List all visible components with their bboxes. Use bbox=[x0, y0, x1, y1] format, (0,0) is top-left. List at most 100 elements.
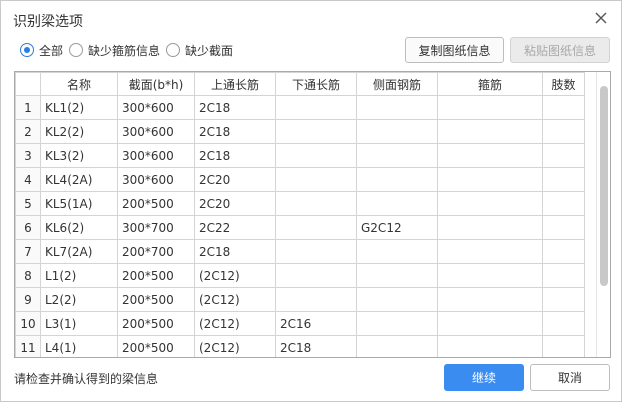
legs-cell[interactable] bbox=[542, 191, 585, 216]
bottom-rebar-cell[interactable]: 2C16 bbox=[275, 311, 357, 336]
legs-cell[interactable] bbox=[542, 95, 585, 120]
beam-name-cell[interactable]: L4(1) bbox=[40, 335, 118, 357]
radio-all[interactable]: 全部 bbox=[20, 42, 63, 59]
row-index[interactable]: 3 bbox=[15, 143, 41, 168]
beam-name-cell[interactable]: KL2(2) bbox=[40, 119, 118, 144]
scrollbar-thumb[interactable] bbox=[600, 86, 608, 286]
row-index[interactable]: 4 bbox=[15, 167, 41, 192]
top-rebar-cell[interactable]: 2C18 bbox=[194, 143, 276, 168]
legs-cell[interactable] bbox=[542, 239, 585, 264]
beam-name-cell[interactable]: KL7(2A) bbox=[40, 239, 118, 264]
top-rebar-cell[interactable]: 2C18 bbox=[194, 119, 276, 144]
row-index[interactable]: 11 bbox=[15, 335, 41, 357]
row-index[interactable]: 8 bbox=[15, 263, 41, 288]
section-cell[interactable]: 200*500 bbox=[117, 263, 195, 288]
side-rebar-cell[interactable] bbox=[356, 335, 438, 357]
legs-cell[interactable] bbox=[542, 287, 585, 312]
beam-name-cell[interactable]: KL3(2) bbox=[40, 143, 118, 168]
beam-name-cell[interactable]: KL1(2) bbox=[40, 95, 118, 120]
side-rebar-cell[interactable] bbox=[356, 191, 438, 216]
side-rebar-cell[interactable]: G2C12 bbox=[356, 215, 438, 240]
section-cell[interactable]: 200*500 bbox=[117, 191, 195, 216]
stirrup-cell[interactable] bbox=[437, 95, 543, 120]
column-header-section[interactable]: 截面(b*h) bbox=[117, 72, 195, 96]
side-rebar-cell[interactable] bbox=[356, 95, 438, 120]
top-rebar-cell[interactable]: 2C22 bbox=[194, 215, 276, 240]
legs-cell[interactable] bbox=[542, 167, 585, 192]
column-header-bottom-rebar[interactable]: 下通长筋 bbox=[275, 72, 357, 96]
table-vertical-scrollbar[interactable] bbox=[596, 72, 610, 357]
table-row[interactable]: 10 L3(1) 200*500 (2C12) 2C16 bbox=[15, 311, 585, 336]
stirrup-cell[interactable] bbox=[437, 335, 543, 357]
stirrup-cell[interactable] bbox=[437, 239, 543, 264]
stirrup-cell[interactable] bbox=[437, 311, 543, 336]
bottom-rebar-cell[interactable] bbox=[275, 119, 357, 144]
section-cell[interactable]: 300*600 bbox=[117, 143, 195, 168]
bottom-rebar-cell[interactable] bbox=[275, 239, 357, 264]
bottom-rebar-cell[interactable] bbox=[275, 263, 357, 288]
table-row[interactable]: 1 KL1(2) 300*600 2C18 bbox=[15, 95, 585, 120]
bottom-rebar-cell[interactable]: 2C18 bbox=[275, 335, 357, 357]
column-header-index[interactable] bbox=[15, 72, 41, 96]
table-row[interactable]: 5 KL5(1A) 200*500 2C20 bbox=[15, 191, 585, 216]
row-index[interactable]: 1 bbox=[15, 95, 41, 120]
table-row[interactable]: 3 KL3(2) 300*600 2C18 bbox=[15, 143, 585, 168]
section-cell[interactable]: 200*500 bbox=[117, 287, 195, 312]
top-rebar-cell[interactable]: (2C12) bbox=[194, 263, 276, 288]
top-rebar-cell[interactable]: 2C18 bbox=[194, 239, 276, 264]
copy-drawing-info-button[interactable]: 复制图纸信息 bbox=[405, 37, 504, 63]
beam-name-cell[interactable]: KL5(1A) bbox=[40, 191, 118, 216]
column-header-side-rebar[interactable]: 侧面钢筋 bbox=[356, 72, 438, 96]
table-row[interactable]: 9 L2(2) 200*500 (2C12) bbox=[15, 287, 585, 312]
top-rebar-cell[interactable]: (2C12) bbox=[194, 311, 276, 336]
section-cell[interactable]: 300*700 bbox=[117, 215, 195, 240]
section-cell[interactable]: 200*500 bbox=[117, 335, 195, 357]
column-header-legs[interactable]: 肢数 bbox=[542, 72, 585, 96]
legs-cell[interactable] bbox=[542, 143, 585, 168]
beam-name-cell[interactable]: L2(2) bbox=[40, 287, 118, 312]
bottom-rebar-cell[interactable] bbox=[275, 167, 357, 192]
paste-drawing-info-button[interactable]: 粘贴图纸信息 bbox=[510, 37, 610, 63]
stirrup-cell[interactable] bbox=[437, 263, 543, 288]
column-header-top-rebar[interactable]: 上通长筋 bbox=[194, 72, 276, 96]
legs-cell[interactable] bbox=[542, 119, 585, 144]
side-rebar-cell[interactable] bbox=[356, 119, 438, 144]
legs-cell[interactable] bbox=[542, 215, 585, 240]
side-rebar-cell[interactable] bbox=[356, 167, 438, 192]
legs-cell[interactable] bbox=[542, 263, 585, 288]
top-rebar-cell[interactable]: 2C18 bbox=[194, 95, 276, 120]
stirrup-cell[interactable] bbox=[437, 143, 543, 168]
close-icon[interactable] bbox=[593, 10, 609, 26]
row-index[interactable]: 2 bbox=[15, 119, 41, 144]
continue-button[interactable]: 继续 bbox=[444, 364, 524, 391]
bottom-rebar-cell[interactable] bbox=[275, 191, 357, 216]
side-rebar-cell[interactable] bbox=[356, 143, 438, 168]
legs-cell[interactable] bbox=[542, 311, 585, 336]
column-header-name[interactable]: 名称 bbox=[40, 72, 118, 96]
row-index[interactable]: 7 bbox=[15, 239, 41, 264]
section-cell[interactable]: 200*500 bbox=[117, 311, 195, 336]
row-index[interactable]: 5 bbox=[15, 191, 41, 216]
table-row[interactable]: 7 KL7(2A) 200*700 2C18 bbox=[15, 239, 585, 264]
top-rebar-cell[interactable]: (2C12) bbox=[194, 335, 276, 357]
stirrup-cell[interactable] bbox=[437, 215, 543, 240]
column-header-stirrup[interactable]: 箍筋 bbox=[437, 72, 543, 96]
side-rebar-cell[interactable] bbox=[356, 239, 438, 264]
beam-name-cell[interactable]: L3(1) bbox=[40, 311, 118, 336]
section-cell[interactable]: 300*600 bbox=[117, 119, 195, 144]
section-cell[interactable]: 300*600 bbox=[117, 95, 195, 120]
top-rebar-cell[interactable]: 2C20 bbox=[194, 191, 276, 216]
top-rebar-cell[interactable]: (2C12) bbox=[194, 287, 276, 312]
table-row[interactable]: 6 KL6(2) 300*700 2C22 G2C12 bbox=[15, 215, 585, 240]
cancel-button[interactable]: 取消 bbox=[530, 364, 610, 391]
row-index[interactable]: 9 bbox=[15, 287, 41, 312]
section-cell[interactable]: 200*700 bbox=[117, 239, 195, 264]
beam-name-cell[interactable]: KL4(2A) bbox=[40, 167, 118, 192]
side-rebar-cell[interactable] bbox=[356, 311, 438, 336]
table-row[interactable]: 11 L4(1) 200*500 (2C12) 2C18 bbox=[15, 335, 585, 357]
table-row[interactable]: 8 L1(2) 200*500 (2C12) bbox=[15, 263, 585, 288]
row-index[interactable]: 10 bbox=[15, 311, 41, 336]
table-row[interactable]: 2 KL2(2) 300*600 2C18 bbox=[15, 119, 585, 144]
legs-cell[interactable] bbox=[542, 335, 585, 357]
top-rebar-cell[interactable]: 2C20 bbox=[194, 167, 276, 192]
